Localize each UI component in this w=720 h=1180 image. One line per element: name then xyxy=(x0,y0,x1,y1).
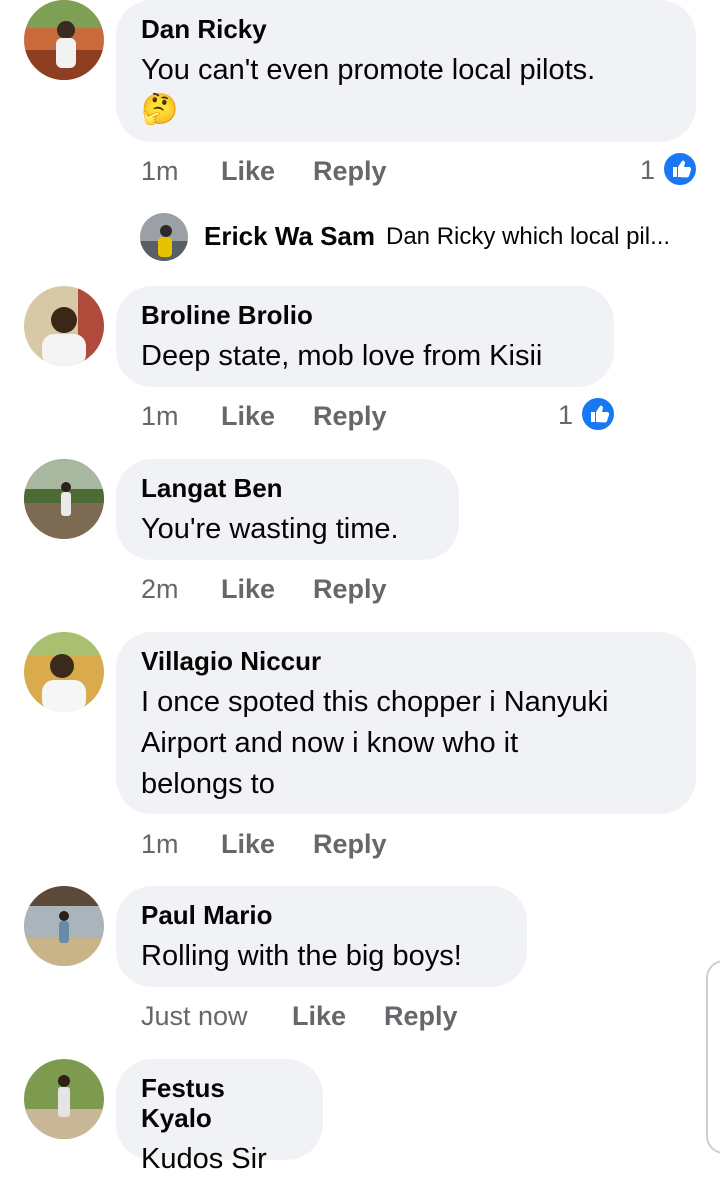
comment-author[interactable]: Festus Kyalo xyxy=(141,1073,298,1133)
like-button[interactable]: Like xyxy=(221,401,275,432)
reply-button[interactable]: Reply xyxy=(384,1001,458,1032)
avatar[interactable] xyxy=(24,286,104,366)
comment-author[interactable]: Paul Mario xyxy=(141,900,502,930)
comment-time[interactable]: 2m xyxy=(141,574,179,605)
avatar[interactable] xyxy=(140,213,188,261)
reply-text: Dan Ricky which local pil... xyxy=(386,223,671,250)
comment-time[interactable]: Just now xyxy=(141,1001,248,1032)
avatar[interactable] xyxy=(24,886,104,966)
comment-time[interactable]: 1m xyxy=(141,156,179,187)
comment-time[interactable]: 1m xyxy=(141,829,179,860)
like-button[interactable]: Like xyxy=(221,829,275,860)
comment-bubble[interactable]: Dan Ricky You can't even promote local p… xyxy=(116,0,696,142)
like-button[interactable]: Like xyxy=(221,574,275,605)
reply-button[interactable]: Reply xyxy=(313,829,387,860)
comment-time[interactable]: 1m xyxy=(141,401,179,432)
reaction-count[interactable]: 1 xyxy=(640,155,655,186)
comment-bubble[interactable]: Paul Mario Rolling with the big boys! xyxy=(116,886,527,987)
reply-button[interactable]: Reply xyxy=(313,401,387,432)
reply-button[interactable]: Reply xyxy=(313,574,387,605)
thumbs-up-icon xyxy=(662,151,698,187)
avatar[interactable] xyxy=(24,459,104,539)
comment-text-line: I once spoted this chopper i Nanyuki xyxy=(141,686,609,718)
comment-text: Kudos Sir xyxy=(141,1143,267,1175)
comment-text: Rolling with the big boys! xyxy=(141,940,462,972)
floating-panel-edge xyxy=(706,960,720,1154)
reply-button[interactable]: Reply xyxy=(313,156,387,187)
comment-bubble[interactable]: Langat Ben You're wasting time. xyxy=(116,459,459,560)
avatar[interactable] xyxy=(24,0,104,80)
thumbs-up-icon xyxy=(580,396,616,432)
comment-text-line: belongs to xyxy=(141,768,275,800)
comment-author[interactable]: Dan Ricky xyxy=(141,14,671,44)
comment-author[interactable]: Langat Ben xyxy=(141,473,434,503)
like-button[interactable]: Like xyxy=(292,1001,346,1032)
comment-author[interactable]: Broline Brolio xyxy=(141,300,589,330)
comment-text-line: Airport and now i know who it xyxy=(141,727,519,759)
avatar[interactable] xyxy=(24,1059,104,1139)
reply-author[interactable]: Erick Wa Sam xyxy=(204,221,375,252)
comment-author[interactable]: Villagio Niccur xyxy=(141,646,671,676)
avatar[interactable] xyxy=(24,632,104,712)
comment-text: You're wasting time. xyxy=(141,513,399,545)
like-button[interactable]: Like xyxy=(221,156,275,187)
reaction-count[interactable]: 1 xyxy=(558,400,573,431)
comment-bubble[interactable]: Festus Kyalo Kudos Sir xyxy=(116,1059,323,1175)
comment-text: You can't even promote local pilots. xyxy=(141,54,596,86)
thinking-emoji: 🤔 xyxy=(141,93,179,126)
comment-bubble[interactable]: Villagio Niccur I once spoted this chopp… xyxy=(116,632,696,814)
comment-text: Deep state, mob love from Kisii xyxy=(141,340,543,372)
comment-bubble[interactable]: Broline Brolio Deep state, mob love from… xyxy=(116,286,614,387)
